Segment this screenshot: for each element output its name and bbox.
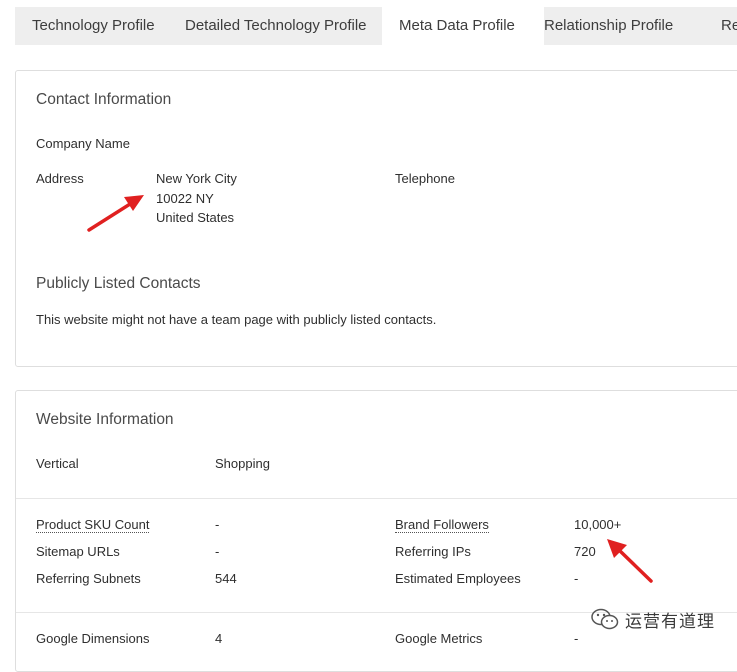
- address-label: Address: [36, 171, 84, 186]
- vertical-label: Vertical: [36, 456, 79, 471]
- brand-followers-label[interactable]: Brand Followers: [395, 517, 489, 533]
- referring-subnets-value: 544: [215, 571, 237, 586]
- watermark-text: 运营有道理: [625, 612, 715, 631]
- sitemap-urls-label: Sitemap URLs: [36, 544, 120, 559]
- referring-ips-label: Referring IPs: [395, 544, 471, 559]
- address-line-zip: 10022 NY: [156, 191, 214, 206]
- google-dimensions-value: 4: [215, 631, 223, 646]
- divider: [16, 498, 737, 499]
- vertical-value: Shopping: [215, 456, 270, 471]
- estimated-employees-value: -: [574, 571, 579, 586]
- annotation-arrow-icon: [607, 539, 653, 583]
- annotation-arrow-icon: [87, 195, 144, 232]
- publicly-listed-contacts-text: This website might not have a team page …: [36, 312, 437, 327]
- website-information-title: Website Information: [36, 411, 174, 428]
- sitemap-urls-value: -: [215, 544, 220, 559]
- telephone-label: Telephone: [395, 171, 455, 186]
- wechat-icon: [591, 608, 619, 630]
- address-line-country: United States: [156, 210, 235, 225]
- referring-ips-value: 720: [574, 544, 596, 559]
- referring-subnets-label: Referring Subnets: [36, 571, 141, 586]
- tab-redirect[interactable]: Redirect: [704, 7, 737, 45]
- company-name-label: Company Name: [36, 136, 130, 151]
- google-dimensions-label: Google Dimensions: [36, 631, 150, 646]
- tab-technology-profile[interactable]: Technology Profile: [15, 7, 185, 45]
- wechat-watermark: 运营有道理: [590, 606, 714, 632]
- tab-meta-data-profile[interactable]: Meta Data Profile: [382, 7, 544, 45]
- publicly-listed-contacts-title: Publicly Listed Contacts: [36, 275, 201, 292]
- contact-information-title: Contact Information: [36, 91, 172, 108]
- address-line-city: New York City: [156, 171, 237, 186]
- product-sku-count-label[interactable]: Product SKU Count: [36, 517, 150, 533]
- estimated-employees-label: Estimated Employees: [395, 571, 521, 586]
- product-sku-count-value: -: [215, 517, 220, 532]
- tab-bar: Technology Profile Detailed Technology P…: [15, 7, 737, 45]
- tab-relationship-profile[interactable]: Relationship Profile: [527, 7, 721, 45]
- google-metrics-value: -: [574, 631, 579, 646]
- google-metrics-label: Google Metrics: [395, 631, 483, 646]
- tab-detailed-technology-profile[interactable]: Detailed Technology Profile: [168, 7, 399, 45]
